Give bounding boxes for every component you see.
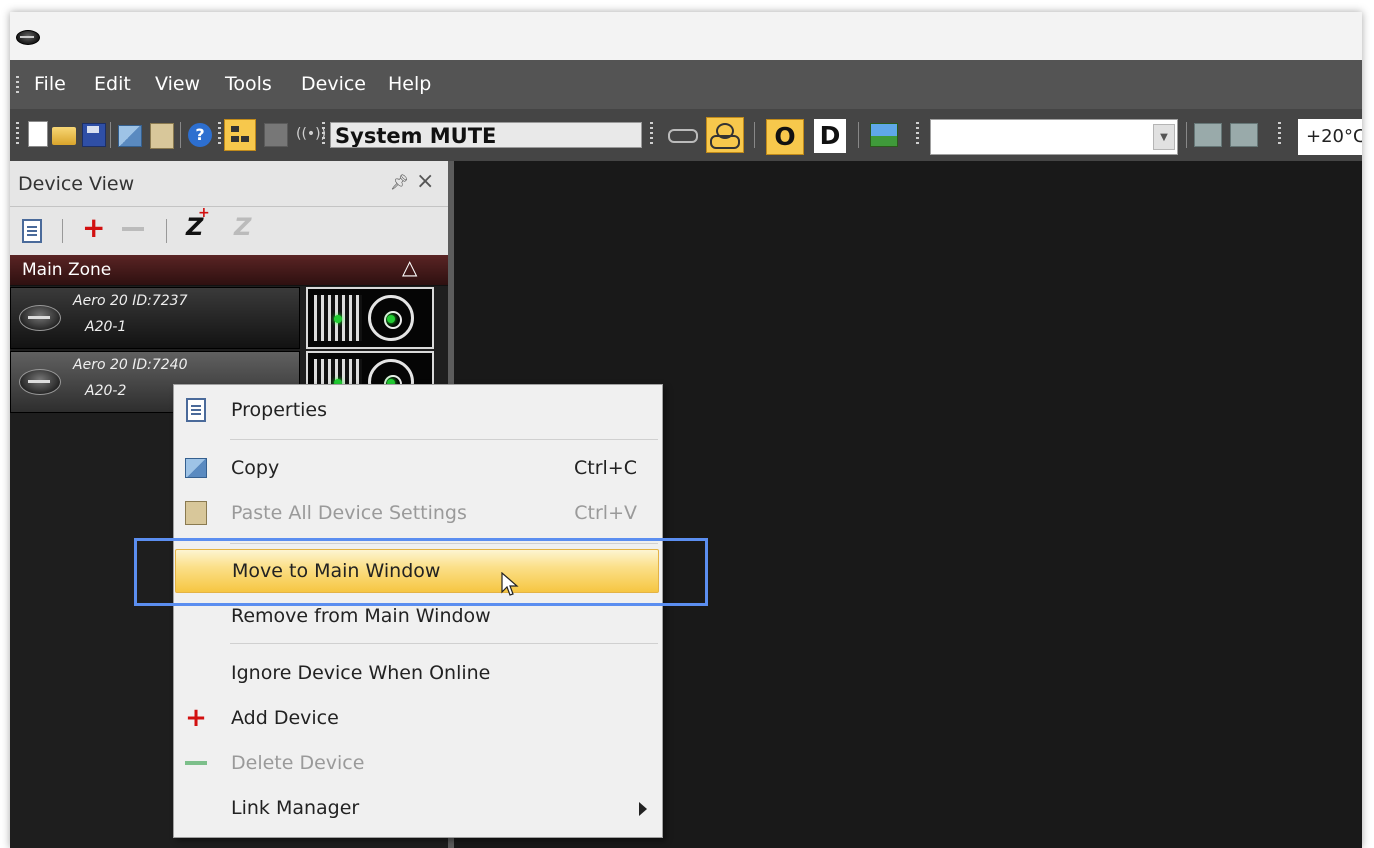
image-icon[interactable] (870, 123, 898, 147)
design-mode-button[interactable]: D (814, 119, 846, 153)
close-icon[interactable]: × (416, 169, 434, 194)
menu-item-link-manager[interactable]: Link Manager (175, 787, 659, 831)
device-view-header: Device View 📌︎ × (10, 161, 448, 207)
status-led-icon (387, 315, 395, 323)
collapse-triangle-icon[interactable]: △ (402, 255, 417, 279)
menu-item-properties[interactable]: Properties (175, 389, 659, 433)
paste-icon[interactable] (150, 123, 174, 149)
toolbar-grip-icon (916, 122, 919, 146)
open-folder-icon[interactable] (52, 127, 76, 145)
menu-item-label: Properties (231, 399, 328, 421)
remove-zone-icon[interactable]: Z (234, 213, 251, 241)
toolbar-separator (180, 122, 181, 148)
menu-separator (230, 439, 658, 440)
chevron-down-icon[interactable]: ▼ (1153, 124, 1175, 150)
menu-grip-icon (16, 76, 19, 94)
menu-file[interactable]: File (34, 73, 66, 95)
device-model-id: Aero 20 ID:7240 (73, 357, 188, 373)
toolbar-grip-icon (322, 122, 325, 146)
operate-mode-button[interactable]: O (766, 119, 804, 155)
menu-bar: File Edit View Tools Device Help (10, 60, 1362, 109)
toolbar-separator (62, 219, 63, 243)
device-row[interactable]: Aero 20 ID:7237 A20-1 (10, 287, 448, 349)
menu-item-shortcut: Ctrl+V (574, 502, 637, 524)
speaker-image-icon[interactable] (306, 287, 434, 349)
menu-item-label: Delete Device (231, 752, 365, 774)
wireless-signal-icon[interactable]: ((•)) (296, 123, 326, 145)
menu-item-label: Add Device (231, 707, 339, 729)
das-logo-icon (19, 305, 61, 331)
system-mute-button[interactable]: System MUTE (330, 122, 642, 148)
menu-item-shortcut: Ctrl+C (574, 457, 637, 479)
menu-separator (230, 643, 658, 644)
toolbar-separator (166, 219, 167, 243)
menu-view[interactable]: View (155, 73, 200, 95)
save-icon[interactable] (82, 123, 106, 147)
copy-icon (183, 455, 209, 481)
menu-tools[interactable]: Tools (225, 73, 272, 95)
toolbar-grip-icon (1278, 122, 1281, 146)
zone-name: Main Zone (22, 260, 112, 280)
device-name: A20-2 (85, 383, 127, 399)
context-menu: Properties Copy Ctrl+C Paste All Device … (173, 384, 663, 838)
toolbar-grip-icon (16, 122, 19, 146)
add-zone-icon[interactable]: Z (186, 205, 210, 241)
device-view-title: Device View (18, 173, 135, 195)
menu-item-ignore-device-when-online[interactable]: Ignore Device When Online (175, 652, 659, 696)
paste-icon (183, 500, 209, 526)
group-icon[interactable] (706, 117, 744, 153)
pin-icon[interactable]: 📌︎ (390, 173, 409, 191)
new-file-icon[interactable] (28, 121, 48, 147)
menu-help[interactable]: Help (388, 73, 431, 95)
menu-item-add-device[interactable]: + Add Device (175, 697, 659, 741)
plus-icon: + (185, 703, 207, 733)
submenu-arrow-icon (639, 802, 647, 816)
device-tree-icon[interactable] (224, 119, 256, 151)
menu-item-label: Ignore Device When Online (231, 662, 491, 684)
device-icon[interactable] (264, 123, 288, 147)
annotation-highlight-box (134, 538, 708, 606)
properties-icon (183, 397, 209, 423)
help-icon[interactable]: ? (188, 123, 212, 147)
toolbar-separator (1186, 122, 1187, 148)
menu-device[interactable]: Device (301, 73, 366, 95)
meter-on-icon[interactable] (1194, 123, 1222, 147)
app-logo-icon (16, 30, 40, 45)
toolbar-combo-box[interactable]: ▼ (930, 119, 1178, 155)
minus-icon (183, 750, 209, 776)
status-led-icon (334, 315, 342, 323)
toolbar-separator (754, 122, 755, 148)
zone-header[interactable]: Main Zone △ (10, 255, 448, 286)
link-icon[interactable] (668, 129, 698, 143)
menu-item-label: Remove from Main Window (231, 605, 491, 627)
temperature-field[interactable]: +20°C (1298, 119, 1362, 155)
das-logo-icon (19, 369, 61, 395)
device-info[interactable]: Aero 20 ID:7237 A20-1 (10, 287, 300, 349)
device-model-id: Aero 20 ID:7237 (73, 293, 188, 309)
menu-item-label: Paste All Device Settings (231, 502, 467, 524)
toolbar-grip-icon (218, 122, 221, 146)
mouse-cursor-icon (501, 572, 519, 596)
toolbar-separator (110, 122, 111, 148)
toolbar-separator (858, 122, 859, 148)
device-name: A20-1 (85, 319, 127, 335)
add-device-icon[interactable]: + (82, 211, 105, 244)
toolbar-grip-icon (650, 122, 653, 146)
properties-icon[interactable] (22, 219, 42, 243)
menu-edit[interactable]: Edit (94, 73, 131, 95)
remove-device-icon[interactable] (122, 227, 144, 231)
menu-item-label: Link Manager (231, 797, 360, 819)
application-window: File Edit View Tools Device Help ? ((•))… (10, 12, 1362, 848)
title-bar (10, 12, 1362, 60)
menu-item-paste-all-device-settings[interactable]: Paste All Device Settings Ctrl+V (175, 492, 659, 536)
meter-off-icon[interactable] (1230, 123, 1258, 147)
copy-icon[interactable] (118, 125, 142, 147)
menu-item-copy[interactable]: Copy Ctrl+C (175, 447, 659, 491)
device-view-toolbar: + Z Z (10, 205, 448, 255)
menu-item-label: Copy (231, 457, 280, 479)
menu-item-delete-device[interactable]: Delete Device (175, 742, 659, 786)
main-toolbar: ? ((•)) System MUTE O D ▼ +20°C (10, 109, 1362, 161)
